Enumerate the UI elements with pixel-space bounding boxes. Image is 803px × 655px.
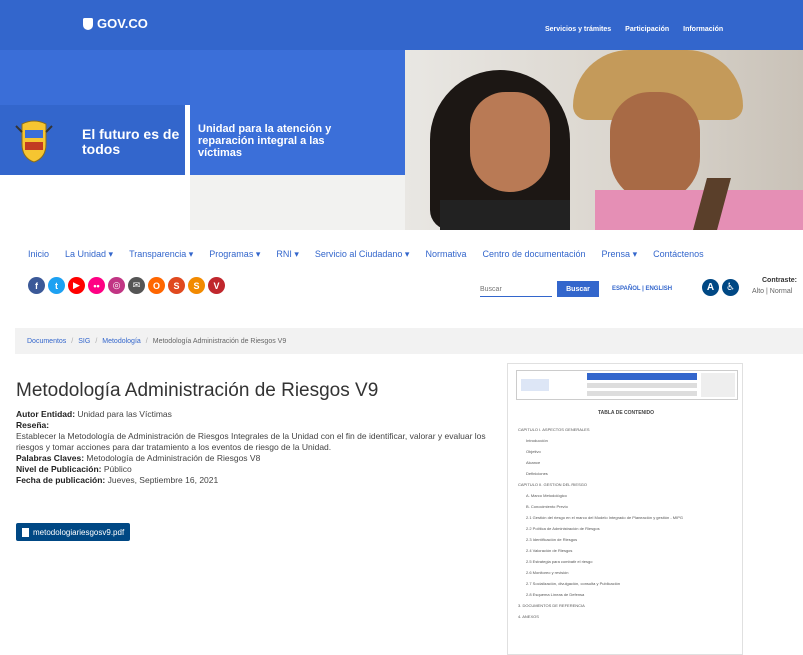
toc-entry: CAPITULO II. GESTION DEL RIESGO [518, 482, 587, 487]
breadcrumb-metodologia[interactable]: Metodología [102, 338, 141, 345]
link-participacion[interactable]: Participación [625, 26, 669, 33]
toc-entry: 2.4 Valoración de Riesgos [526, 548, 573, 553]
document-preview[interactable]: TABLA DE CONTENIDO CAPITULO I. ASPECTOS … [507, 363, 743, 655]
preview-logo [521, 379, 549, 391]
document-meta: Autor Entidad: Unidad para las Víctimas … [16, 409, 486, 486]
toc-list: CAPITULO I. ASPECTOS GENERALES Introducci… [518, 424, 738, 622]
summary-text: Establecer la Metodología de Administrac… [16, 431, 486, 452]
nav-centro-documentacion[interactable]: Centro de documentación [482, 249, 585, 260]
author-value: Unidad para las Víctimas [77, 409, 172, 419]
breadcrumb-separator: / [95, 337, 98, 345]
breadcrumb-separator: / [145, 337, 148, 345]
toc-entry: Objetivo [526, 449, 541, 454]
nav-la-unidad[interactable]: La Unidad ▾ [65, 249, 113, 260]
top-bar: GOV.CO Servicios y trámites Participació… [0, 0, 803, 50]
link-servicios[interactable]: Servicios y trámites [545, 26, 611, 33]
nav-rni[interactable]: RNI ▾ [276, 249, 299, 260]
banner-blue-top [0, 50, 190, 105]
youtube-icon[interactable]: ▶ [68, 277, 85, 294]
photo-woman-face [470, 92, 550, 192]
accessibility-controls: A ♿ [702, 279, 739, 296]
unit-name: Unidad para la atención y reparación int… [198, 123, 332, 159]
toc-entry: 2.2 Política de Administración de Riesgo… [526, 526, 600, 531]
level-value: Público [103, 464, 132, 474]
page-title: Metodología Administración de Riesgos V9 [16, 380, 379, 401]
photo-man-face [610, 92, 700, 202]
nav-normativa[interactable]: Normativa [425, 249, 466, 260]
preview-header [516, 370, 738, 400]
font-size-icon[interactable]: A [702, 279, 719, 296]
summary-label: Reseña: [16, 420, 50, 430]
nav-servicio-ciudadano[interactable]: Servicio al Ciudadano ▾ [315, 249, 410, 260]
breadcrumb-documentos[interactable]: Documentos [27, 338, 66, 345]
nav-inicio[interactable]: Inicio [28, 249, 49, 260]
level-label: Nivel de Publicación: [16, 464, 102, 474]
toc-entry: 2.6 Monitoreo y revisión [526, 570, 569, 575]
accessibility-icon[interactable]: ♿ [722, 279, 739, 296]
search-button[interactable]: Buscar [557, 281, 599, 297]
toc-entry: 2.3 Identificación de Riesgos [526, 537, 578, 542]
link-informacion[interactable]: Información [683, 26, 723, 33]
gov-co-text: GOV.CO [97, 16, 148, 31]
nav-programas[interactable]: Programas ▾ [209, 249, 260, 260]
contrast-label: Contraste: [762, 277, 798, 284]
email-icon[interactable]: ✉ [128, 277, 145, 294]
breadcrumb: Documentos / SIG / Metodología / Metodol… [15, 328, 803, 354]
instagram-icon[interactable]: ◎ [108, 277, 125, 294]
author-label: Autor Entidad: [16, 409, 76, 419]
facebook-icon[interactable]: f [28, 277, 45, 294]
main-nav: Inicio La Unidad ▾ Transparencia ▾ Progr… [28, 249, 704, 260]
shield-icon [83, 17, 93, 30]
breadcrumb-current: Metodología Administración de Riesgos V9 [152, 337, 287, 345]
toc-entry: A. Marco Metodológico [526, 493, 567, 498]
preview-header-cell [701, 373, 735, 397]
toc-entry: 3. DOCUMENTOS DE REFERENCIA [518, 603, 585, 608]
nav-prensa[interactable]: Prensa ▾ [602, 249, 638, 260]
v-icon[interactable]: V [208, 277, 225, 294]
twitter-icon[interactable]: t [48, 277, 65, 294]
nav-transparencia[interactable]: Transparencia ▾ [129, 249, 193, 260]
pdf-filename: metodologiariesgosv9.pdf [33, 527, 125, 537]
social-icons: f t ▶ •• ◎ ✉ O S S V [28, 277, 225, 294]
preview-header-line [587, 383, 697, 388]
sv-icon-1[interactable]: S [168, 277, 185, 294]
toc-entry: 2.8 Esquema Líneas de Defensa [526, 592, 585, 597]
contrast-options[interactable]: Alto | Normal [752, 288, 792, 295]
date-label: Fecha de publicación: [16, 475, 106, 485]
flickr-icon[interactable]: •• [88, 277, 105, 294]
slogan-text: El futuro es de todos [82, 126, 180, 157]
breadcrumb-separator: / [71, 337, 74, 345]
toc-entry: 4. ANEXOS [518, 614, 539, 619]
toc-entry: 2.5 Estrategia para combatir el riesgo [526, 559, 593, 564]
toc-entry: 2.1 Gestión del riesgo en el marco del M… [526, 515, 683, 520]
breadcrumb-sig[interactable]: SIG [78, 338, 90, 345]
toc-title: TABLA DE CONTENIDO [597, 410, 655, 416]
toc-entry: Alcance [526, 460, 541, 465]
toc-entry: Definiciones [526, 471, 548, 476]
gov-co-logo[interactable]: GOV.CO [83, 16, 148, 31]
photo-woman-shirt [440, 200, 570, 230]
toc-entry: Introducción [526, 438, 548, 443]
file-icon [22, 527, 29, 537]
pdf-download-button[interactable]: metodologiariesgosv9.pdf [16, 523, 131, 541]
toc-entry: CAPITULO I. ASPECTOS GENERALES [518, 427, 590, 432]
search-input[interactable] [480, 283, 552, 297]
orfeo-icon[interactable]: O [148, 277, 165, 294]
keywords-value: Metodología de Administración de Riesgos… [86, 453, 261, 463]
preview-header-line [587, 391, 697, 396]
coat-of-arms-icon[interactable] [14, 118, 54, 164]
preview-header-bar [587, 373, 697, 380]
language-switcher[interactable]: ESPAÑOL | ENGLISH [612, 286, 672, 292]
top-links: Servicios y trámites Participación Infor… [545, 26, 723, 33]
keywords-label: Palabras Claves: [16, 453, 85, 463]
toc-entry: B. Conocimiento Previo [526, 504, 568, 509]
sv-icon-2[interactable]: S [188, 277, 205, 294]
date-value: Jueves, Septiembre 16, 2021 [107, 475, 219, 485]
toc-entry: 2.7 Socialización, divulgación, consulta… [526, 581, 621, 586]
nav-contactenos[interactable]: Contáctenos [653, 249, 704, 260]
